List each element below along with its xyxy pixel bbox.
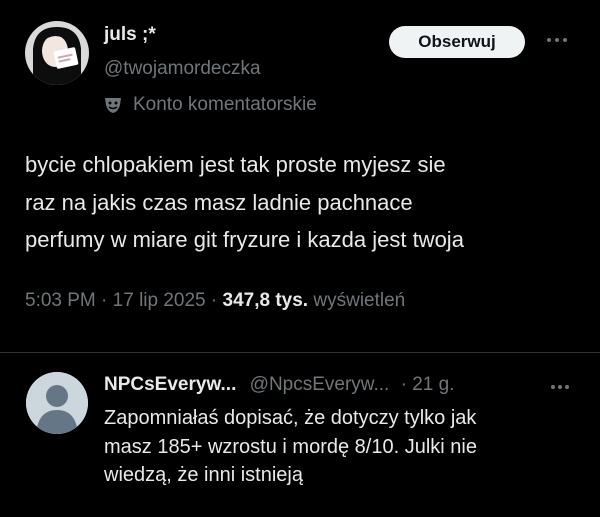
follow-button[interactable]: Obserwuj — [389, 26, 525, 58]
views-count: 347,8 tys. — [222, 290, 309, 311]
meta-separator: · — [101, 290, 108, 311]
tweet-text-line: perfumy w miare git fryzure i kazda jest… — [25, 227, 464, 252]
reply-text-line: masz 185+ wzrostu i mordę 8/10. Julki ni… — [104, 435, 477, 458]
author-display-name[interactable]: juls ;* — [104, 24, 156, 46]
default-avatar-icon[interactable] — [26, 372, 88, 434]
tweet-text: bycie chlopakiem jest tak proste myjesz … — [25, 146, 580, 259]
reply-text-line: Zapomniałaś dopisać, że dotyczy tylko ja… — [104, 407, 477, 429]
views-label: wyświetleń — [313, 290, 406, 311]
reply-text: Zapomniałaś dopisać, że dotyczy tylko ja… — [104, 404, 574, 490]
tweet-meta: 5:03 PM · 17 lip 2025 · 347,8 tys. wyświ… — [25, 290, 405, 312]
reply-header: NPCsEveryw... @NpcsEveryw... · 21 g. — [104, 374, 454, 396]
author-handle[interactable]: @twojamordeczka — [104, 58, 261, 80]
tweet-time[interactable]: 5:03 PM — [25, 290, 96, 311]
tweet-date[interactable]: 17 lip 2025 — [113, 290, 206, 311]
account-badge-label: Konto komentatorskie — [133, 94, 317, 115]
reply-author-display-name[interactable]: NPCsEveryw... — [104, 374, 236, 395]
author-avatar[interactable] — [25, 21, 89, 85]
more-horizontal-icon[interactable] — [542, 30, 572, 50]
masks-icon — [103, 95, 123, 115]
reply-text-line: wiedzą, że inni istnieją — [104, 464, 303, 486]
tweet-text-line: bycie chlopakiem jest tak proste myjesz … — [25, 152, 446, 177]
author-avatar-image — [25, 21, 89, 85]
divider — [0, 352, 600, 353]
reply-author-handle[interactable]: @NpcsEveryw... — [250, 374, 390, 395]
meta-separator: · — [210, 290, 218, 311]
more-horizontal-icon[interactable] — [547, 378, 573, 396]
reply-time[interactable]: · 21 g. — [401, 374, 455, 395]
tweet-text-line: raz na jakis czas masz ladnie pachnace — [25, 189, 413, 215]
